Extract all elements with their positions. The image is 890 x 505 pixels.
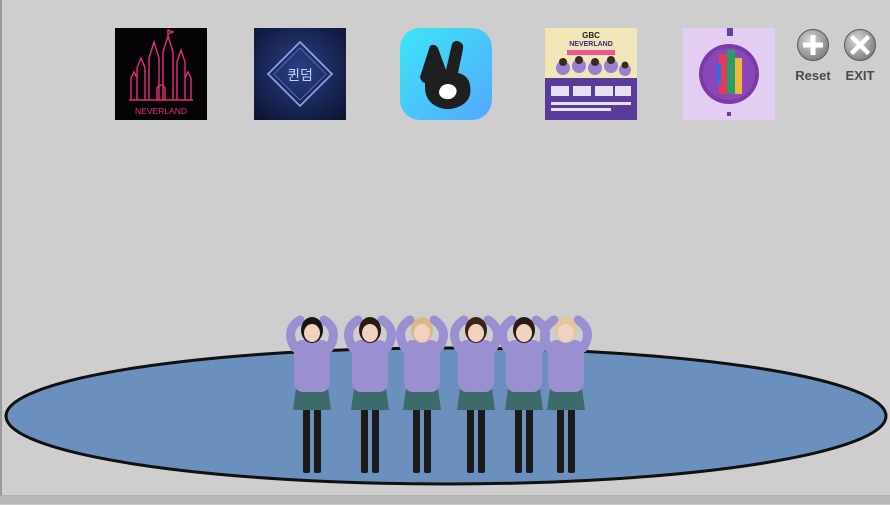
close-icon — [844, 29, 876, 61]
plus-icon — [797, 29, 829, 61]
reset-label: Reset — [795, 68, 831, 83]
neverland-album-thumb[interactable]: NEVERLAND — [115, 28, 207, 120]
neverland-poster-thumb[interactable]: GBC NEVERLAND — [545, 28, 637, 120]
neverland-thumb-text: NEVERLAND — [135, 106, 187, 116]
poster-subtitle-text: NEVERLAND — [569, 41, 613, 48]
stage-area — [0, 300, 890, 500]
purple-album-thumb[interactable] — [683, 28, 775, 120]
queendom-thumb[interactable]: 퀸덤 — [254, 28, 346, 120]
exit-label: EXIT — [845, 68, 875, 83]
exit-button[interactable]: EXIT — [840, 28, 880, 83]
queendom-thumb-text: 퀸덤 — [287, 68, 313, 84]
vlive-thumb[interactable] — [400, 28, 492, 120]
stage-ellipse — [4, 346, 888, 486]
poster-title-text: GBC — [582, 31, 600, 40]
reset-button[interactable]: Reset — [793, 28, 833, 83]
